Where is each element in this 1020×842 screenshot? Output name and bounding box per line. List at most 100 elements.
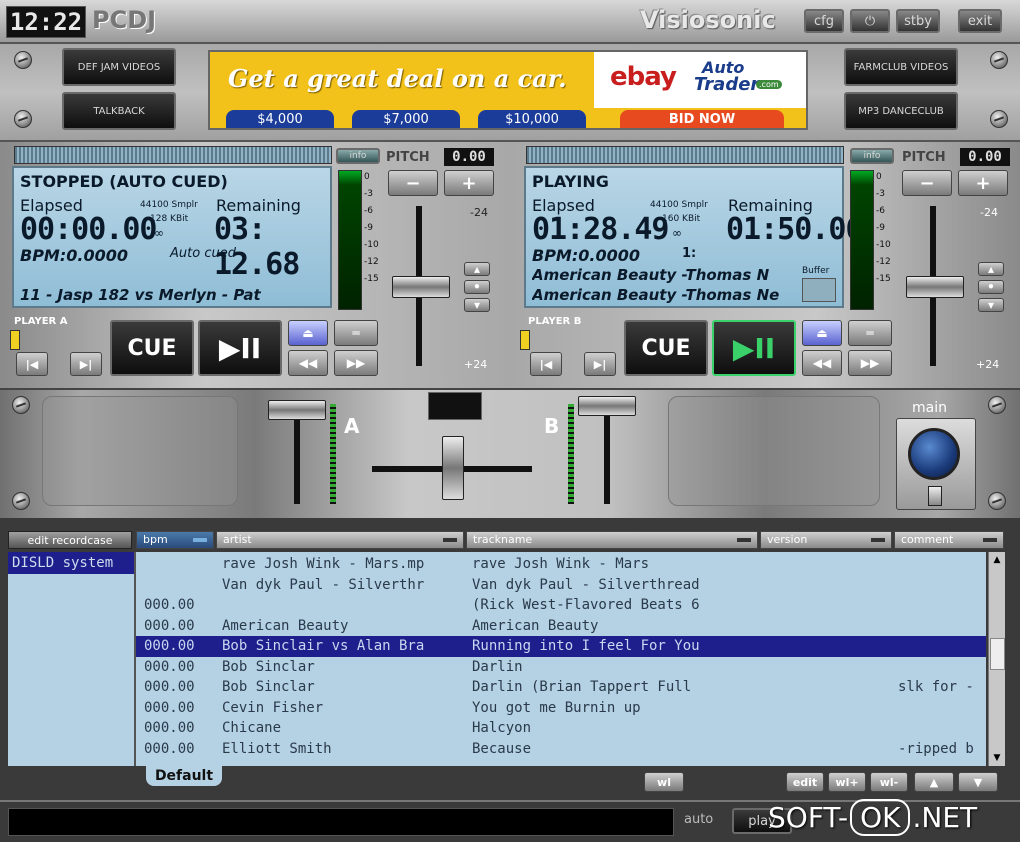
deck-b-pitch-minus-button[interactable]: − bbox=[902, 170, 952, 196]
scroll-down-icon[interactable]: ▼ bbox=[989, 750, 1005, 766]
cfg-button[interactable]: cfg bbox=[804, 9, 844, 33]
table-row[interactable]: 000.00 (Rick West-Flavored Beats 6 bbox=[136, 595, 986, 616]
deck-b-info-button[interactable]: info bbox=[850, 148, 894, 164]
table-row[interactable]: 000.00 Bob Sinclair vs Alan Bra Running in… bbox=[136, 636, 986, 657]
cell-bpm: 000.00 bbox=[144, 597, 195, 613]
deck-b-elapsed: 01:28.49 bbox=[532, 212, 669, 247]
deck-a-forward-button[interactable]: ▶▶ bbox=[334, 350, 378, 376]
column-artist[interactable]: artist bbox=[216, 531, 464, 549]
deck-a-loop-button[interactable]: ═ bbox=[334, 320, 378, 346]
deck-b-forward-button[interactable]: ▶▶ bbox=[848, 350, 892, 376]
crossfader[interactable] bbox=[442, 436, 464, 500]
def-jam-videos-button[interactable]: DEF JAM VIDEOS bbox=[62, 48, 176, 86]
deck-b-pitch-label: PITCH bbox=[902, 150, 946, 165]
deck-a-cue-button[interactable]: CUE bbox=[110, 320, 194, 376]
track-list-scrollbar[interactable]: ▲ ▼ bbox=[988, 552, 1005, 766]
standby-button[interactable]: stby bbox=[896, 9, 940, 33]
table-row[interactable]: 000.00 Bob Sinclar Darlin bbox=[136, 657, 986, 678]
mp3-danceclub-button[interactable]: MP3 DANCECLUB bbox=[844, 92, 958, 130]
playlist-tab-default[interactable]: Default bbox=[146, 766, 222, 786]
deck-b-prev-button[interactable]: |◀ bbox=[530, 352, 562, 376]
scroll-thumb[interactable] bbox=[990, 638, 1005, 670]
price-10000-button[interactable]: $10,000 bbox=[478, 110, 586, 128]
channel-b-meter bbox=[568, 404, 574, 504]
talkback-button[interactable]: TALKBACK bbox=[62, 92, 176, 130]
move-up-button[interactable]: ▲ bbox=[914, 772, 954, 792]
deck-b-pitch-slider[interactable] bbox=[906, 276, 964, 298]
price-7000-button[interactable]: $7,000 bbox=[352, 110, 460, 128]
deck-a-eject-button[interactable]: ⏏ bbox=[288, 320, 328, 346]
deck-a-pitch-down-button[interactable]: ▾ bbox=[464, 298, 490, 312]
move-down-button[interactable]: ▼ bbox=[958, 772, 998, 792]
column-comment[interactable]: comment bbox=[894, 531, 1004, 549]
deck-a-elapsed: 00:00.00 bbox=[20, 212, 157, 247]
table-row[interactable]: rave Josh Wink - Mars.mp rave Josh Wink -… bbox=[136, 554, 986, 575]
watermark-part-c: .NET bbox=[912, 800, 978, 834]
table-row[interactable]: 000.00 American Beauty American Beauty bbox=[136, 616, 986, 637]
stereo-icon: ∞ bbox=[672, 226, 682, 240]
screw-icon bbox=[14, 51, 32, 69]
column-version[interactable]: version bbox=[760, 531, 892, 549]
cell-comment: -ripped b bbox=[898, 740, 974, 757]
column-trackname[interactable]: trackname bbox=[466, 531, 758, 549]
scroll-up-icon[interactable]: ▲ bbox=[989, 552, 1005, 568]
deck-a-rewind-button[interactable]: ◀◀ bbox=[288, 350, 328, 376]
deck-b-pitch-down-button[interactable]: ▾ bbox=[978, 298, 1004, 312]
table-row[interactable]: 000.00 Bob Sinclar Darlin (Brian Tappert F… bbox=[136, 677, 986, 698]
deck-a-next-button[interactable]: ▶| bbox=[70, 352, 102, 376]
wl-remove-button[interactable]: wl- bbox=[870, 772, 908, 792]
deck-a-pitch-up-button[interactable]: ▴ bbox=[464, 262, 490, 276]
deck-a-pitch-plus-button[interactable]: + bbox=[444, 170, 494, 196]
wl-button[interactable]: wl bbox=[644, 772, 684, 792]
channel-b-fader[interactable] bbox=[578, 396, 636, 416]
bid-now-button[interactable]: BID NOW bbox=[620, 110, 784, 128]
folder-item-disld-system[interactable]: DISLD system bbox=[8, 552, 134, 574]
deck-a-prev-button[interactable]: |◀ bbox=[16, 352, 48, 376]
table-row[interactable]: 000.00 Cevin Fisher You got me Burnin up bbox=[136, 698, 986, 719]
track-rows: rave Josh Wink - Mars.mp rave Josh Wink -… bbox=[136, 552, 986, 759]
deck-a-display: STOPPED (AUTO CUED) Elapsed 00:00.00 441… bbox=[12, 166, 332, 308]
meter-tick: -3 bbox=[876, 189, 885, 199]
main-volume-knob[interactable] bbox=[908, 428, 960, 480]
deck-a-pitch-slider[interactable] bbox=[392, 276, 450, 298]
deck-b-pitch-up-button[interactable]: ▴ bbox=[978, 262, 1004, 276]
auto-label[interactable]: auto bbox=[684, 812, 713, 827]
screw-icon bbox=[988, 396, 1006, 414]
edit-recordcase-button[interactable]: edit recordcase bbox=[8, 531, 132, 549]
edit-button[interactable]: edit bbox=[786, 772, 824, 792]
meter-tick: -3 bbox=[364, 189, 373, 199]
exit-button[interactable]: exit bbox=[958, 9, 1002, 33]
column-bpm[interactable]: bpm bbox=[136, 531, 214, 549]
cell-artist: Van dyk Paul - Silverthr bbox=[222, 576, 425, 593]
deck-a-pitch-reset-button[interactable]: • bbox=[464, 280, 490, 294]
farmclub-videos-button[interactable]: FARMCLUB VIDEOS bbox=[844, 48, 958, 86]
deck-b-next-button[interactable]: ▶| bbox=[584, 352, 616, 376]
meter-tick: 0 bbox=[364, 172, 370, 182]
channel-a-fader[interactable] bbox=[268, 400, 326, 420]
deck-b-rewind-button[interactable]: ◀◀ bbox=[802, 350, 842, 376]
wl-add-button[interactable]: wl+ bbox=[828, 772, 866, 792]
deck-a-info-button[interactable]: info bbox=[336, 148, 380, 164]
cell-bpm: 000.00 bbox=[144, 638, 195, 654]
cell-artist: Bob Sinclar bbox=[222, 679, 315, 695]
price-4000-button[interactable]: $4,000 bbox=[226, 110, 334, 128]
deck-b-pitch-plus-button[interactable]: + bbox=[958, 170, 1008, 196]
table-row[interactable]: 000.00 Elliott Smith Because -ripped b bbox=[136, 739, 986, 760]
deck-b-eject-button[interactable]: ⏏ bbox=[802, 320, 842, 346]
channel-a-label: A bbox=[344, 414, 360, 438]
deck-b-loop-button[interactable]: ═ bbox=[848, 320, 892, 346]
table-row[interactable]: 000.00 Chicane Halcyon bbox=[136, 718, 986, 739]
power-button[interactable]: ⏻ bbox=[850, 9, 890, 33]
main-volume-slider[interactable] bbox=[928, 486, 942, 506]
table-row[interactable]: Van dyk Paul - Silverthr Van dyk Paul - S… bbox=[136, 575, 986, 596]
cell-artist: Cevin Fisher bbox=[222, 699, 324, 716]
deck-b-cue-button[interactable]: CUE bbox=[624, 320, 708, 376]
deck-b-pitch-reset-button[interactable]: • bbox=[978, 280, 1004, 294]
deck-b-player-label: PLAYER B bbox=[528, 316, 582, 327]
deck-b-status: PLAYING bbox=[532, 172, 609, 191]
deck-b-play-pause-button[interactable]: ▶II bbox=[712, 320, 796, 376]
deck-a-play-pause-button[interactable]: ▶II bbox=[198, 320, 282, 376]
autotrader-logo-line2: Trader bbox=[694, 74, 760, 95]
deck-a-pitch-minus-button[interactable]: − bbox=[388, 170, 438, 196]
ad-banner[interactable]: Get a great deal on a car. ebay Auto Tra… bbox=[208, 50, 808, 130]
